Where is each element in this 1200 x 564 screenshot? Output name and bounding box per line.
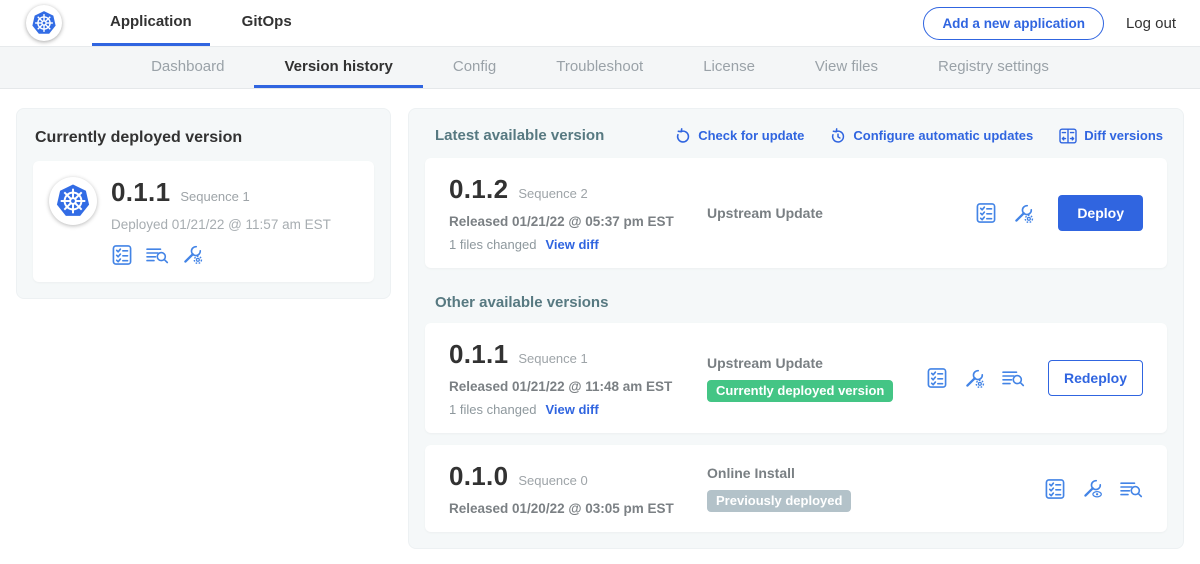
files-changed-label: 1 files changed xyxy=(449,402,536,417)
deployed-version-card: 0.1.1 Sequence 1 Deployed 01/21/22 @ 11:… xyxy=(33,161,374,282)
config-icon[interactable] xyxy=(181,243,204,266)
check-for-update-label: Check for update xyxy=(698,128,804,143)
other-versions-title: Other available versions xyxy=(435,294,1167,311)
version-history-panel: Latest available version Check for updat… xyxy=(408,108,1184,549)
version-source-label: Upstream Update xyxy=(707,205,823,221)
config-icon[interactable] xyxy=(1012,202,1035,225)
deploy-logs-icon[interactable] xyxy=(1119,479,1143,499)
version-card-0-1-2: 0.1.2 Sequence 2 Released 01/21/22 @ 05:… xyxy=(425,158,1167,268)
subnav-tab-dashboard[interactable]: Dashboard xyxy=(121,47,254,88)
app-logo xyxy=(26,0,62,46)
app-subnav: Dashboard Version history Config Trouble… xyxy=(0,47,1200,89)
auto-update-icon xyxy=(830,128,846,144)
released-timestamp: Released 01/21/22 @ 11:48 am EST xyxy=(449,379,707,394)
currently-deployed-panel: Currently deployed version 0.1.1 Sequenc… xyxy=(16,108,391,299)
deployed-version-number: 0.1.1 xyxy=(111,177,170,208)
top-header: Application GitOps Add a new application… xyxy=(0,0,1200,47)
preflight-checks-icon[interactable] xyxy=(926,367,948,389)
view-diff-link[interactable]: View diff xyxy=(545,237,598,252)
redeploy-button[interactable]: Redeploy xyxy=(1048,360,1143,396)
deployed-timestamp: Deployed 01/21/22 @ 11:57 am EST xyxy=(111,217,331,232)
diff-versions-label: Diff versions xyxy=(1084,128,1163,143)
configure-automatic-updates-label: Configure automatic updates xyxy=(853,128,1033,143)
logout-link[interactable]: Log out xyxy=(1126,15,1176,32)
version-source-label: Online Install xyxy=(707,465,795,481)
previously-deployed-badge: Previously deployed xyxy=(707,490,851,512)
check-for-update-link[interactable]: Check for update xyxy=(675,128,804,144)
configure-automatic-updates-link[interactable]: Configure automatic updates xyxy=(830,128,1033,144)
tab-application-label: Application xyxy=(110,13,192,30)
refresh-icon xyxy=(675,128,691,144)
version-source-label: Upstream Update xyxy=(707,355,823,371)
sequence-label: Sequence 0 xyxy=(518,473,587,488)
kubernetes-logo-icon xyxy=(26,5,62,41)
version-number: 0.1.0 xyxy=(449,461,508,492)
kubernetes-logo-icon xyxy=(49,177,97,225)
diff-icon xyxy=(1059,128,1077,144)
subnav-tab-troubleshoot[interactable]: Troubleshoot xyxy=(526,47,673,88)
subnav-tab-license[interactable]: License xyxy=(673,47,785,88)
files-changed-label: 1 files changed xyxy=(449,237,536,252)
version-card-0-1-1: 0.1.1 Sequence 1 Released 01/21/22 @ 11:… xyxy=(425,323,1167,433)
released-timestamp: Released 01/20/22 @ 03:05 pm EST xyxy=(449,501,707,516)
subnav-tab-config[interactable]: Config xyxy=(423,47,526,88)
tab-gitops-label: GitOps xyxy=(242,13,292,30)
version-number: 0.1.2 xyxy=(449,174,508,205)
subnav-tab-view-files[interactable]: View files xyxy=(785,47,908,88)
subnav-tab-registry-settings[interactable]: Registry settings xyxy=(908,47,1079,88)
preflight-checks-icon[interactable] xyxy=(1044,478,1066,500)
config-icon[interactable] xyxy=(963,367,986,390)
deploy-logs-icon[interactable] xyxy=(1001,368,1025,388)
version-card-0-1-0: 0.1.0 Sequence 0 Released 01/20/22 @ 03:… xyxy=(425,445,1167,532)
view-diff-link[interactable]: View diff xyxy=(545,402,598,417)
preflight-checks-icon[interactable] xyxy=(975,202,997,224)
diff-versions-link[interactable]: Diff versions xyxy=(1059,128,1163,144)
deploy-button[interactable]: Deploy xyxy=(1058,195,1143,231)
subnav-tab-version-history[interactable]: Version history xyxy=(254,47,422,88)
latest-version-title: Latest available version xyxy=(435,127,604,144)
header-tabs: Application GitOps xyxy=(92,0,310,46)
add-application-button[interactable]: Add a new application xyxy=(923,7,1104,40)
view-config-icon[interactable] xyxy=(1081,477,1104,500)
sequence-label: Sequence 1 xyxy=(518,351,587,366)
preflight-checks-icon[interactable] xyxy=(111,244,133,266)
tab-application[interactable]: Application xyxy=(92,0,210,46)
deploy-logs-icon[interactable] xyxy=(145,245,169,265)
sequence-label: Sequence 2 xyxy=(518,186,587,201)
tab-gitops[interactable]: GitOps xyxy=(224,0,310,46)
currently-deployed-title: Currently deployed version xyxy=(35,129,374,147)
currently-deployed-badge: Currently deployed version xyxy=(707,380,893,402)
released-timestamp: Released 01/21/22 @ 05:37 pm EST xyxy=(449,214,707,229)
version-number: 0.1.1 xyxy=(449,339,508,370)
deployed-sequence-label: Sequence 1 xyxy=(180,189,249,204)
